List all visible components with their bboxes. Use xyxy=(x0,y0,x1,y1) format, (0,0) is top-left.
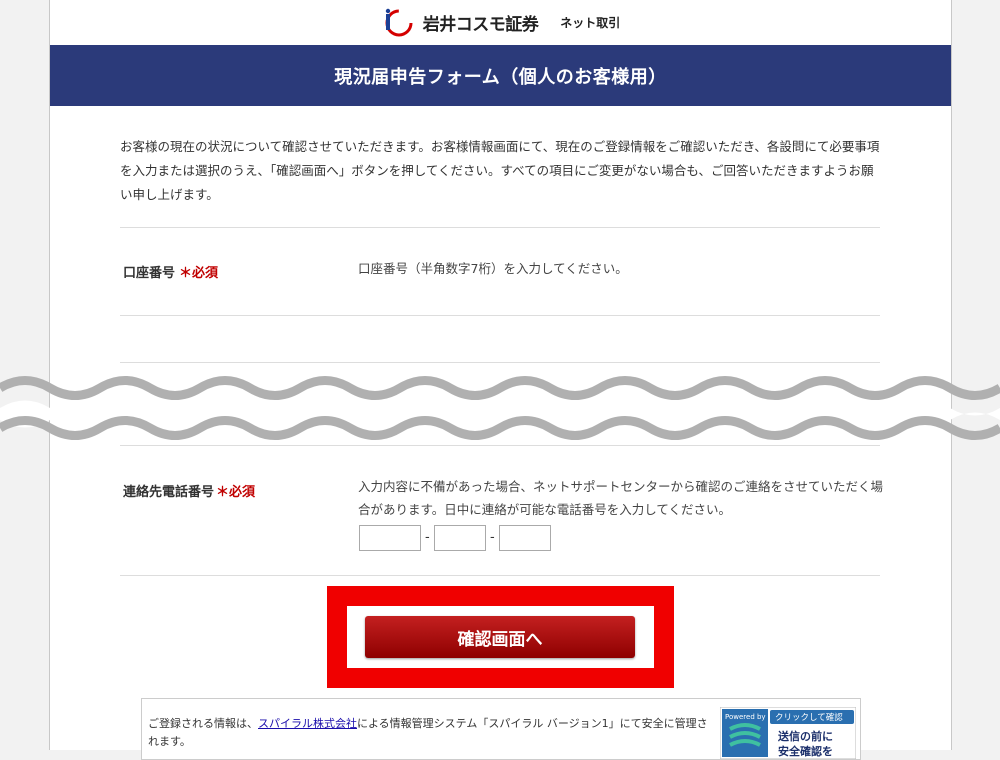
company-logo-icon xyxy=(385,8,413,36)
confirm-screen-button[interactable]: 確認画面へ xyxy=(365,616,635,658)
required-mark: ＊必須 xyxy=(179,266,219,281)
seal-powered-text: Powered by xyxy=(725,713,766,721)
phone-number-label: 連絡先電話番号 ＊必須 xyxy=(123,481,255,500)
service-name: ネット取引 xyxy=(560,16,621,30)
phone-number-label-text: 連絡先電話番号 xyxy=(123,485,215,500)
account-number-help: 口座番号（半角数字7桁）を入力してください。 xyxy=(358,261,628,276)
brand-bar: 岩井コスモ証券 ネット取引 xyxy=(50,0,951,45)
phone-separator: - xyxy=(425,530,430,545)
account-number-label-text: 口座番号 xyxy=(123,266,176,281)
security-notice-prefix: ご登録される情報は、 xyxy=(148,717,258,730)
divider xyxy=(120,362,880,363)
phone-part1-input[interactable] xyxy=(359,525,421,551)
page-title: 現況届申告フォーム（個人のお客様用） xyxy=(334,66,667,88)
company-name: 岩井コスモ証券 xyxy=(422,15,539,35)
wavy-cut-divider xyxy=(0,376,1000,440)
required-mark: ＊必須 xyxy=(216,485,256,500)
seal-line2-text: 安全確認を xyxy=(778,744,833,758)
phone-part3-input[interactable] xyxy=(499,525,551,551)
divider xyxy=(120,575,880,576)
seal-line1-text: 送信の前に xyxy=(777,729,833,743)
account-number-label: 口座番号 ＊必須 xyxy=(123,262,218,281)
security-notice-box: ご登録される情報は、スパイラル株式会社による情報管理システム「スパイラル バージ… xyxy=(141,698,861,760)
intro-text: お客様の現在の状況について確認させていただきます。お客様情報画面にて、現在のご登… xyxy=(120,139,880,202)
phone-separator: - xyxy=(490,530,495,545)
security-seal-icon[interactable]: Powered by クリックして確認 送信の前に 安全確認を xyxy=(720,707,856,759)
phone-number-help: 入力内容に不備があった場合、ネットサポートセンターから確認のご連絡をさせていただ… xyxy=(358,479,884,517)
phone-part2-input[interactable] xyxy=(434,525,486,551)
seal-click-text: クリックして確認 xyxy=(775,712,843,723)
title-band: 現況届申告フォーム（個人のお客様用） xyxy=(50,45,951,106)
security-notice-text: ご登録される情報は、スパイラル株式会社による情報管理システム「スパイラル バージ… xyxy=(148,715,708,751)
spiral-company-link[interactable]: スパイラル株式会社 xyxy=(258,717,357,730)
divider xyxy=(120,227,880,228)
divider xyxy=(120,315,880,316)
